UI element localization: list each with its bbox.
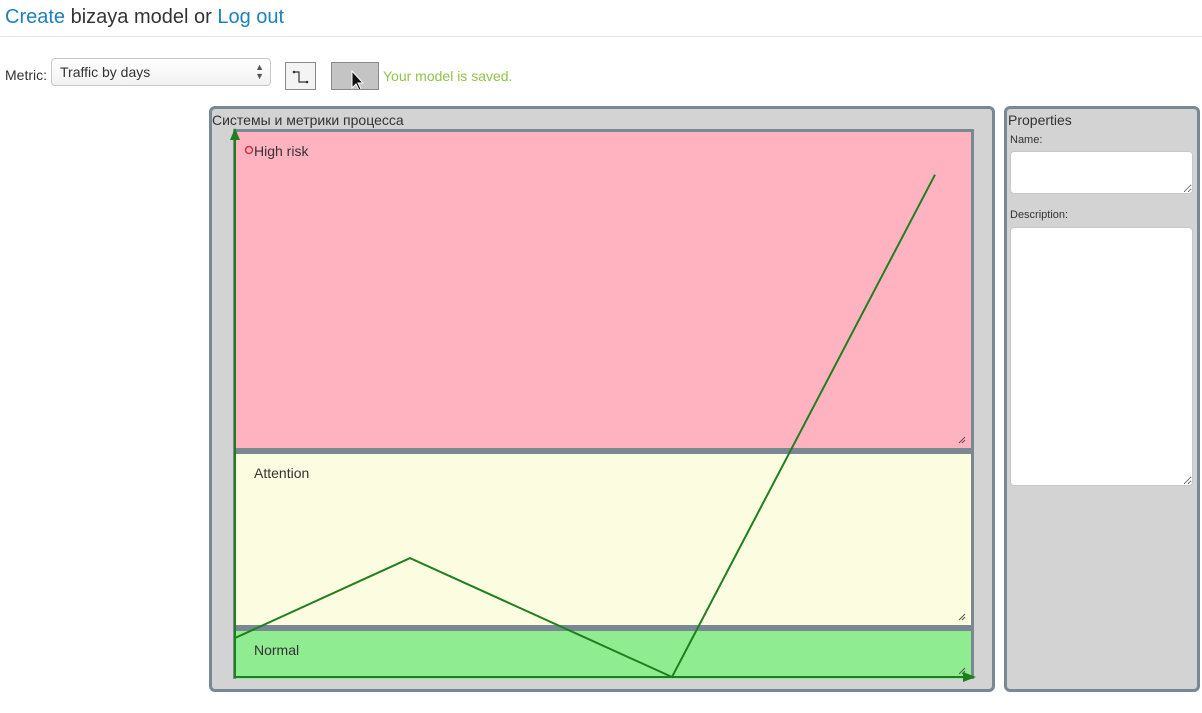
series-layer (234, 174, 936, 679)
properties-title: Properties (1008, 112, 1072, 128)
zone-handle-icon[interactable] (244, 145, 254, 155)
x-axis-arrow-icon (963, 672, 976, 682)
name-field[interactable] (1010, 151, 1193, 194)
metric-series-line (234, 174, 936, 679)
description-label: Description: (1010, 209, 1069, 221)
y-axis-arrow-icon (230, 128, 240, 140)
description-field[interactable] (1010, 227, 1193, 486)
name-label: Name: (1010, 134, 1043, 146)
